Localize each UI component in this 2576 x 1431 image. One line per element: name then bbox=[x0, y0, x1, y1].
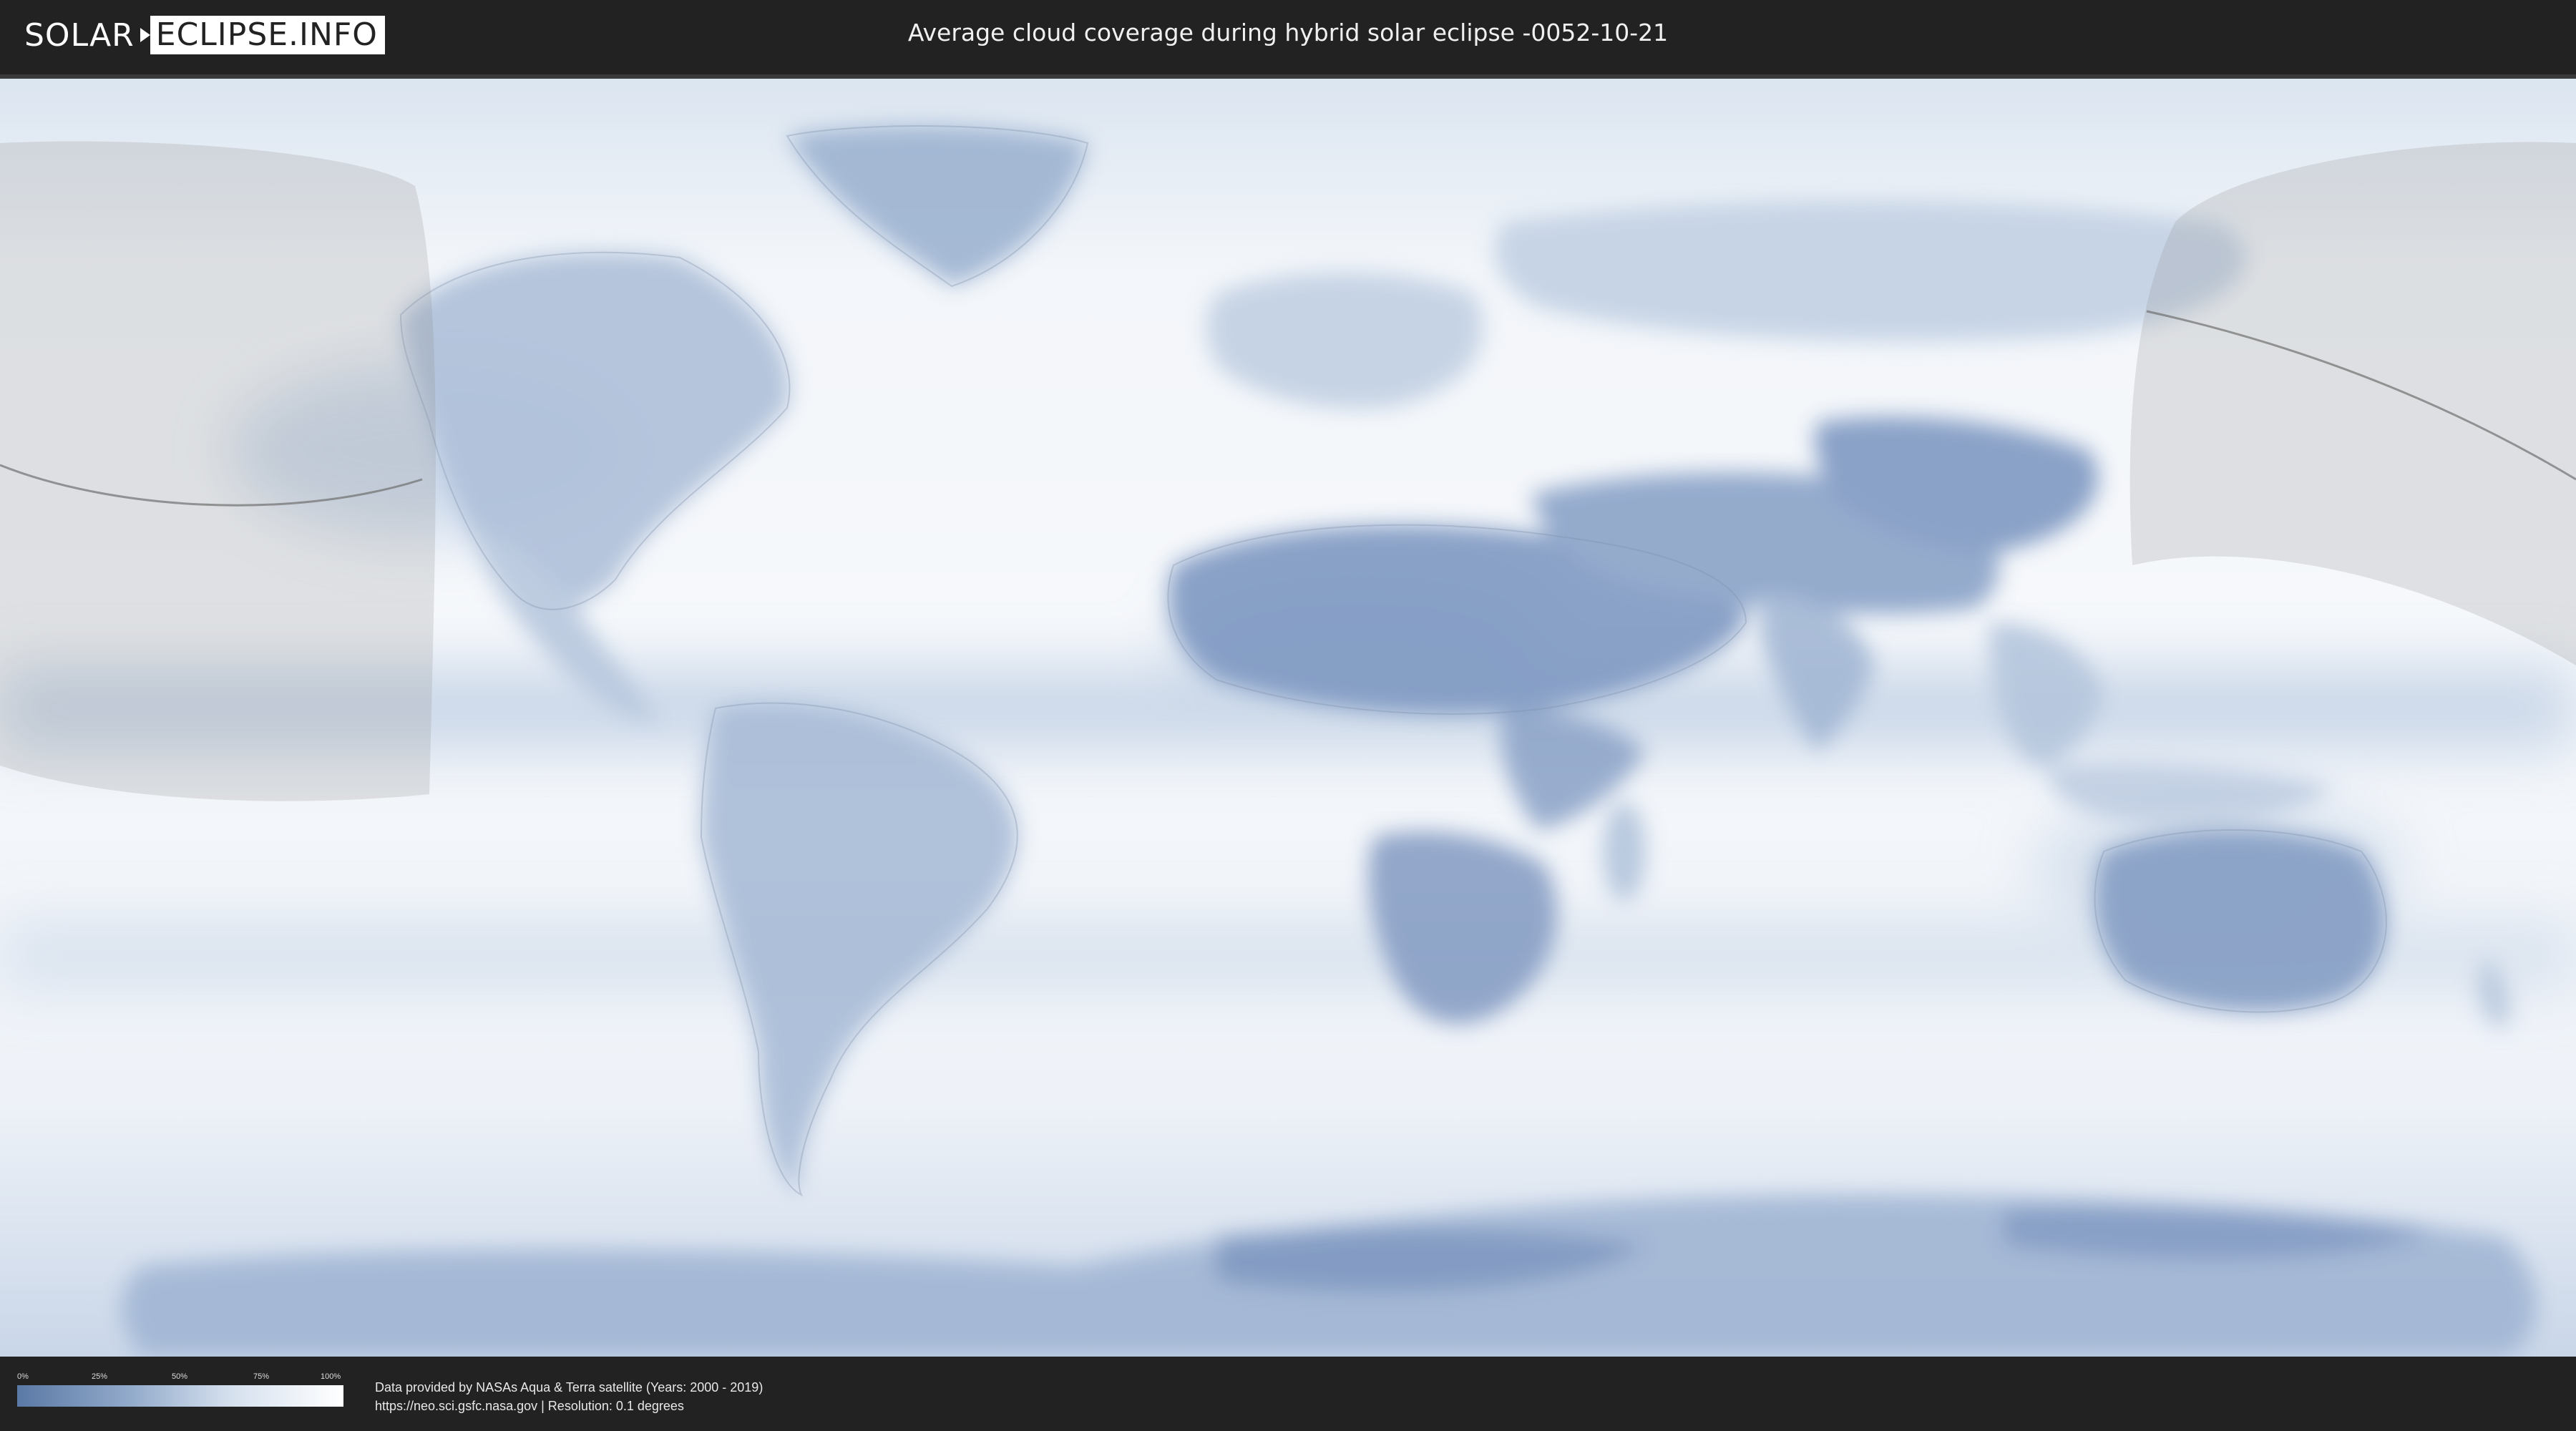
eclipse-shadow-west bbox=[0, 141, 436, 801]
credits-line-1: Data provided by NASAs Aqua & Terra sate… bbox=[375, 1380, 763, 1395]
page-title: Average cloud coverage during hybrid sol… bbox=[907, 19, 1669, 47]
legend-color-bar bbox=[17, 1385, 343, 1407]
credits-line-2: https://neo.sci.gsfc.nasa.gov | Resoluti… bbox=[375, 1399, 684, 1413]
data-credits: Data provided by NASAs Aqua & Terra sate… bbox=[375, 1378, 763, 1415]
legend-tick-75: 75% bbox=[253, 1372, 270, 1381]
legend-ticks: 0% 25% 50% 75% 100% bbox=[17, 1372, 343, 1382]
cloud-coverage-map[interactable] bbox=[0, 74, 2576, 1357]
legend-tick-25: 25% bbox=[92, 1372, 108, 1381]
legend-tick-50: 50% bbox=[172, 1372, 188, 1381]
footer: 0% 25% 50% 75% 100% Data provided by NAS… bbox=[0, 1357, 2576, 1431]
map-canvas bbox=[0, 79, 2576, 1357]
cloud-coverage-legend: 0% 25% 50% 75% 100% bbox=[17, 1372, 343, 1411]
legend-tick-100: 100% bbox=[321, 1372, 341, 1381]
legend-tick-0: 0% bbox=[17, 1372, 29, 1381]
header: SOLAR ECLIPSE.INFO Average cloud coverag… bbox=[0, 0, 2576, 72]
